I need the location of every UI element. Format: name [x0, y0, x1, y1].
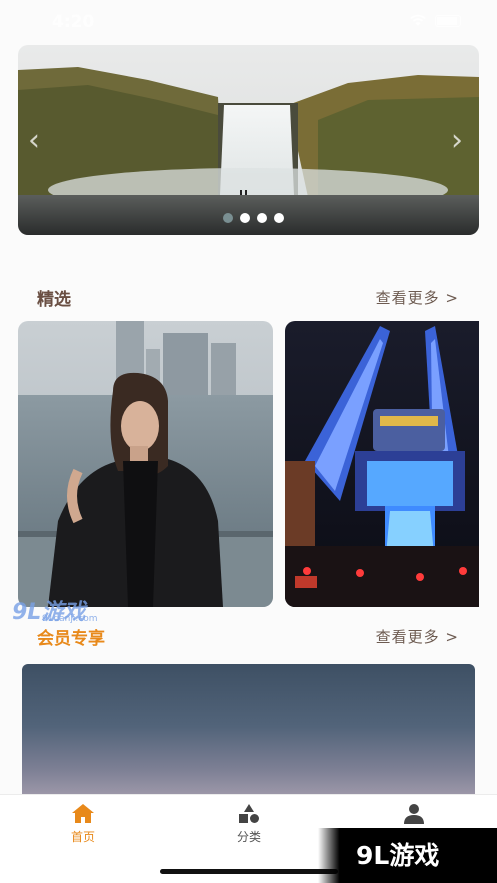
home-indicator	[160, 869, 338, 874]
vip-more-link[interactable]: 查看更多 >	[376, 626, 459, 647]
featured-card-ship[interactable]	[285, 321, 479, 607]
watermark-logo: 9L游戏 91danji.com	[12, 594, 112, 628]
featured-image-woman	[18, 321, 273, 607]
vip-card-image[interactable]	[22, 664, 475, 804]
banner-next-button[interactable]: ›	[443, 123, 471, 159]
banner-image-waterfall	[18, 45, 479, 235]
banner-dot-3[interactable]	[257, 213, 267, 223]
featured-section-title: 精选	[37, 290, 71, 310]
battery-icon	[435, 14, 461, 27]
banner-dot-2[interactable]	[240, 213, 250, 223]
tab-category[interactable]: 分类	[209, 803, 289, 845]
watermark-corner-text: 9L游戏	[356, 841, 440, 870]
person-icon	[404, 804, 424, 824]
banner-dot-4[interactable]	[274, 213, 284, 223]
featured-card-woman[interactable]	[18, 321, 273, 607]
home-icon	[72, 804, 94, 823]
category-icon	[239, 804, 259, 823]
banner-prev-button[interactable]: ‹	[20, 123, 48, 159]
status-icons	[409, 14, 461, 27]
featured-image-starship	[285, 321, 479, 607]
banner-carousel[interactable]: ‹ ›	[18, 45, 479, 235]
status-time: 4:20	[52, 12, 95, 32]
tab-profile[interactable]	[374, 803, 454, 825]
watermark-corner: 9L游戏	[318, 828, 497, 883]
tab-home[interactable]: 首页	[43, 803, 123, 845]
wifi-icon	[410, 14, 426, 26]
vip-section-title: 会员专享	[37, 629, 105, 649]
banner-page-indicator[interactable]	[18, 213, 479, 223]
banner-dot-1[interactable]	[223, 213, 233, 223]
watermark-site-text: 91danji.com	[42, 614, 98, 624]
status-bar: 4:20	[0, 0, 497, 44]
featured-more-link[interactable]: 查看更多 >	[376, 287, 459, 308]
tab-category-label: 分类	[236, 830, 261, 844]
tab-home-label: 首页	[70, 830, 95, 844]
